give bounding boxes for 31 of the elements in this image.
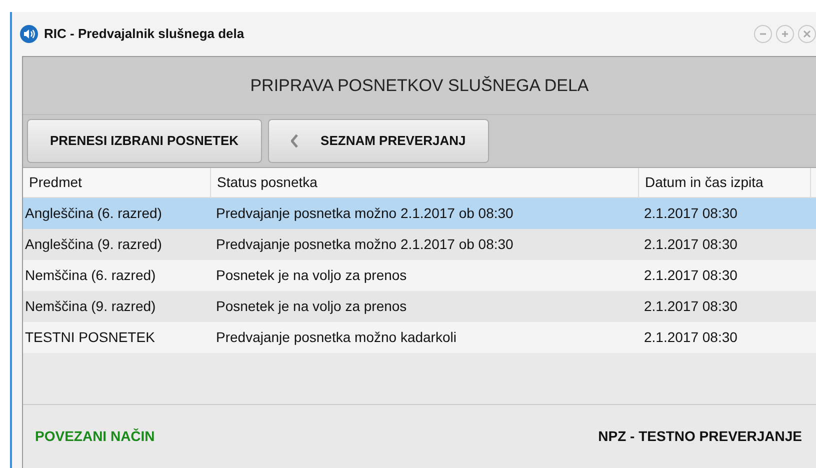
column-header[interactable]: Datum in čas izpita xyxy=(639,168,811,197)
column-header[interactable]: Predmet xyxy=(23,168,211,197)
minimize-icon[interactable] xyxy=(754,25,772,43)
table-cell-text: 2.1.2017 08:30 xyxy=(643,204,738,223)
chevron-left-icon xyxy=(290,134,299,148)
table-row[interactable]: TESTNI POSNETEK Predvajanje posnetka možno kadarkoli 2.1.2017 08:30 xyxy=(23,322,816,353)
table-cell-text: 2.1.2017 08:30 xyxy=(643,266,738,285)
table-row[interactable]: Nemščina (6. razred) Posnetek je na voljo za prenos 2.1.2017 08:30 xyxy=(23,260,816,291)
table-cell-text: Posnetek je na voljo za prenos xyxy=(215,297,408,316)
maximize-icon[interactable] xyxy=(776,25,794,43)
close-icon[interactable] xyxy=(798,25,816,43)
table-cell-text: Nemščina (6. razred) xyxy=(24,266,157,285)
table-cell-text: 2.1.2017 08:30 xyxy=(643,328,738,347)
table-cell-text: Predvajanje posnetka možno 2.1.2017 ob 08:30 xyxy=(215,204,514,223)
table-cell-text: Angleščina (9. razred) xyxy=(24,235,163,254)
table-cell-text: Nemščina (9. razred) xyxy=(24,297,157,316)
table-cell-text: 2.1.2017 08:30 xyxy=(643,235,738,254)
table-cell-text: Predvajanje posnetka možno 2.1.2017 ob 08:30 xyxy=(215,235,514,254)
table-row[interactable]: Angleščina (6. razred) Predvajanje posnetka možno 2.1.2017 ob 08:30 2.1.2017 08:30 xyxy=(23,198,816,229)
table-cell-text: 2.1.2017 08:30 xyxy=(643,297,738,316)
download-button[interactable]: PRENESI IZBRANI POSNETEK xyxy=(27,119,262,163)
column-header[interactable]: Status posnetka xyxy=(211,168,639,197)
table-cell-text: TESTNI POSNETEK xyxy=(24,328,156,347)
table-cell-text: Posnetek je na voljo za prenos xyxy=(215,266,408,285)
speaker-icon xyxy=(20,25,38,43)
table-cell-text: Predvajanje posnetka možno kadarkoli xyxy=(215,328,458,347)
connection-status: POVEZANI NAČIN xyxy=(35,427,155,446)
back-button[interactable]: SEZNAM PREVERJANJ xyxy=(268,119,489,163)
exam-name: NPZ - TESTNO PREVERJANJE xyxy=(598,427,802,446)
window-title: RIC - Predvajalnik slušnega dela xyxy=(44,25,244,44)
table-cell-text: Angleščina (6. razred) xyxy=(24,204,163,223)
